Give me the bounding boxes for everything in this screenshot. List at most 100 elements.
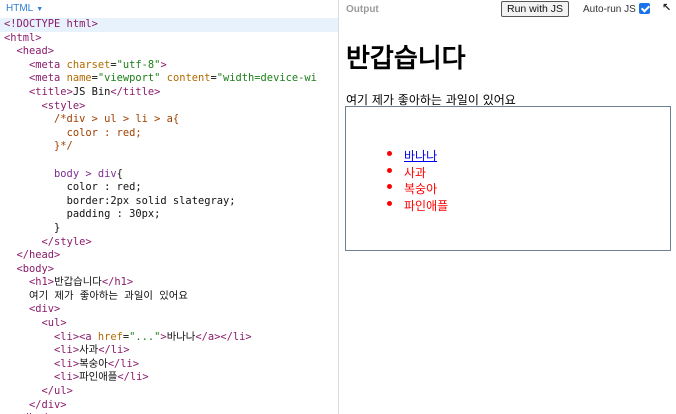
code-line[interactable]: <html> <box>0 32 338 46</box>
code-line[interactable]: <li>복숭아</li> <box>0 358 338 372</box>
code-token: { <box>116 167 123 180</box>
code-token: <meta <box>29 58 67 71</box>
preview-frame: 반갑습니다 여기 제가 좋아하는 과일이 있어요 바나나 사과 복숭아 파인애플 <box>339 18 676 414</box>
chevron-down-icon[interactable]: ▼ <box>36 6 43 13</box>
code-line[interactable]: <li><a href="...">바나나</a></li> <box>0 331 338 345</box>
code-token: </li> <box>107 357 140 370</box>
code-token: href <box>97 330 123 343</box>
code-line[interactable]: }*/ <box>0 140 338 154</box>
code-token: <li> <box>54 371 80 384</box>
code-token: 파인애플 <box>79 371 118 384</box>
fruit-label: 복숭아 <box>404 182 438 196</box>
code-token: color : red; <box>66 126 142 139</box>
page-heading: 반갑습니다 <box>346 44 466 74</box>
code-token: </ul> <box>41 385 73 398</box>
code-token: 여기 제가 좋아하는 과일이 있어요 <box>4 289 188 302</box>
code-line[interactable]: <h1>반갑습니다</h1> <box>0 276 338 290</box>
code-token: <html> <box>4 31 42 44</box>
run-with-js-button[interactable]: Run with JS <box>501 1 570 17</box>
code-token: content <box>166 72 211 85</box>
code-line[interactable]: <head> <box>0 45 338 59</box>
code-token: /*div > ul > li > a{ <box>54 113 180 126</box>
code-token: 바나나 <box>166 330 196 343</box>
list-item: 복숭아 <box>387 180 448 197</box>
code-line[interactable]: <body> <box>0 263 338 277</box>
code-line[interactable]: 여기 제가 좋아하는 과일이 있어요 <box>0 290 338 304</box>
code-line[interactable]: </style> <box>0 236 338 250</box>
code-token: <title> <box>29 85 73 98</box>
code-token: charset <box>66 58 111 71</box>
code-line[interactable]: /*div > ul > li > a{ <box>0 113 338 127</box>
fruit-box: 바나나 사과 복숭아 파인애플 <box>345 106 671 251</box>
code-line[interactable]: <meta name="viewport" content="width=dev… <box>0 72 338 86</box>
code-token: color <box>66 181 98 194</box>
code-line[interactable]: padding : 30px; <box>0 208 338 222</box>
code-token: <li> <box>54 344 80 357</box>
code-line[interactable]: body > div{ <box>0 168 338 182</box>
code-token: 복숭아 <box>79 357 108 370</box>
list-item: 파인애플 <box>387 197 448 214</box>
arrow-up-left-icon[interactable]: ↖ <box>662 2 674 14</box>
code-line[interactable]: </ul> <box>0 385 338 399</box>
code-line[interactable]: color : red; <box>0 181 338 195</box>
code-token: "viewport" <box>97 72 161 85</box>
bullet-icon <box>387 184 392 189</box>
code-token: <div> <box>29 303 61 316</box>
code-token: <li><a <box>54 330 98 343</box>
code-line[interactable]: <title>JS Bin</title> <box>0 86 338 100</box>
code-line[interactable]: <ul> <box>0 317 338 331</box>
code-token: <li> <box>54 357 80 370</box>
code-token: </h1> <box>101 276 134 289</box>
fruit-link[interactable]: 바나나 <box>404 149 437 163</box>
code-line[interactable]: } <box>0 222 338 236</box>
code-token: </head> <box>16 249 61 262</box>
code-line[interactable]: <style> <box>0 100 338 114</box>
code-line[interactable]: color : red; <box>0 127 338 141</box>
code-token: </li> <box>117 371 149 384</box>
list-item: 사과 <box>387 164 448 181</box>
code-line[interactable]: <li>사과</li> <box>0 344 338 358</box>
code-line[interactable]: <div> <box>0 303 338 317</box>
code-line[interactable] <box>0 154 338 168</box>
bullet-icon <box>387 200 392 206</box>
output-header: Output Run with JS Auto-run JS ↖ <box>339 0 676 18</box>
html-editor-panel[interactable]: HTML ▼ <!DOCTYPE html> <html> <head> <meta… <box>0 0 338 414</box>
code-area[interactable]: <!DOCTYPE html> <html> <head> <meta chars… <box>0 18 338 414</box>
code-token: </li> <box>98 344 130 357</box>
code-line[interactable]: <meta charset="utf-8"> <box>0 59 338 73</box>
code-token: border <box>66 194 105 207</box>
code-token: :2px solid slategray; <box>104 194 236 207</box>
code-line[interactable]: border:2px solid slategray; <box>0 195 338 209</box>
panel-label[interactable]: HTML <box>6 3 33 14</box>
code-line[interactable]: </head> <box>0 249 338 263</box>
code-token: > <box>160 58 167 71</box>
code-token: JS Bin <box>72 85 111 98</box>
code-line[interactable]: </div> <box>0 399 338 413</box>
code-line[interactable]: <!DOCTYPE html> <box>0 18 338 32</box>
code-token: padding <box>66 208 111 221</box>
code-token: <meta <box>29 72 67 85</box>
code-line[interactable]: <li>파인애플</li> <box>0 371 338 385</box>
code-token: 반갑습니다 <box>54 276 102 289</box>
code-token: "..." <box>129 330 161 343</box>
editor-header[interactable]: HTML ▼ <box>0 0 338 18</box>
autorun-label: Auto-run JS <box>583 4 636 15</box>
autorun-checkbox[interactable] <box>639 3 650 14</box>
code-token: <body> <box>16 262 55 275</box>
code-token: </div> <box>29 398 67 411</box>
